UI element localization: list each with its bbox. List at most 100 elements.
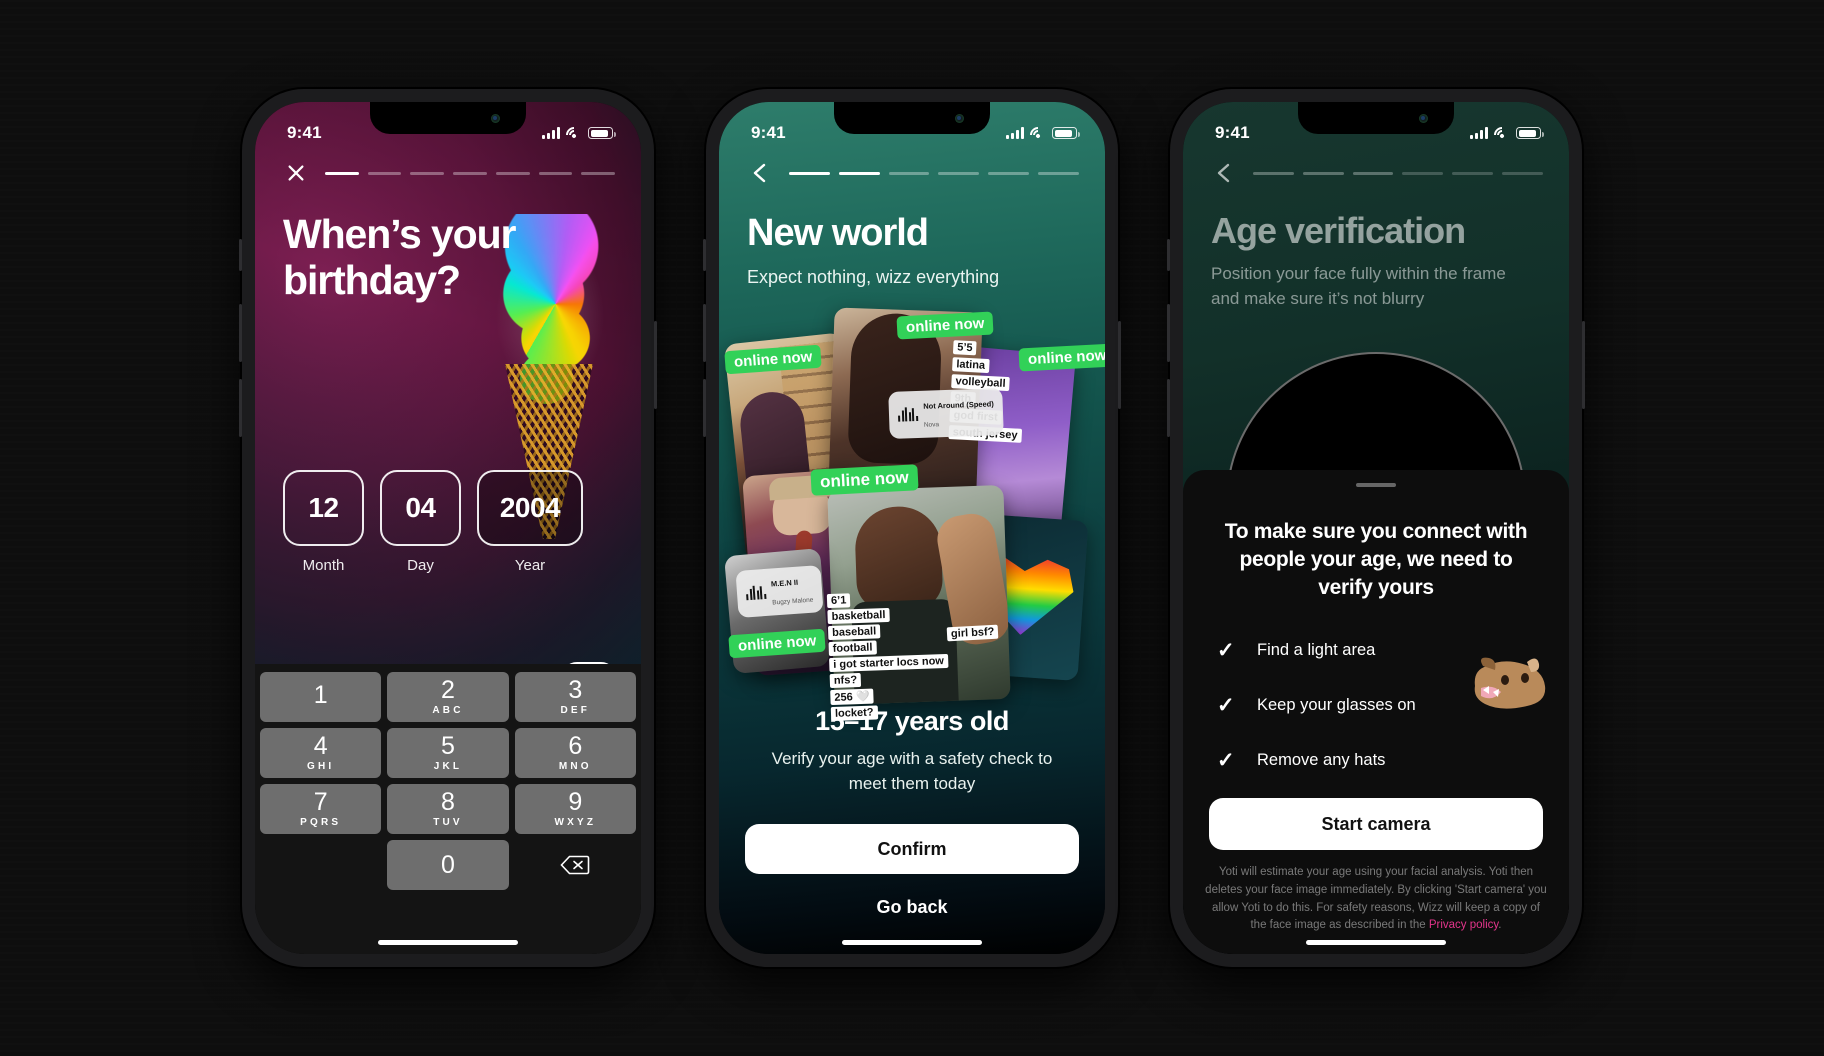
home-indicator (378, 940, 518, 945)
phone-mockup-birthday: 9:41 When’s your birthday? 12 Month 04 D… (239, 89, 657, 967)
power-button (1582, 321, 1585, 409)
online-badge: online now (810, 464, 919, 496)
progress-step (1402, 171, 1444, 175)
progress-step (495, 171, 530, 175)
key-6[interactable]: 6 MNO (514, 728, 636, 778)
key-number: 0 (441, 850, 455, 879)
key-number: 3 (568, 676, 583, 704)
progress-step (1352, 171, 1394, 175)
key-number: 2 (441, 676, 455, 704)
numeric-keypad: 1 2 ABC 3 DEF 4 GHI 5 JKL 6 MNO 7 PQRS 8 TUV 9W… (255, 664, 641, 954)
key-8[interactable]: 8 TUV (387, 784, 509, 834)
online-badge-text: online now (905, 314, 985, 337)
go-back-button[interactable]: Go back (745, 890, 1079, 924)
profile-tags-center: 6’1 basketball baseball football i got s… (826, 590, 950, 722)
status-time: 9:41 (1215, 123, 1250, 142)
checklist-label: Keep your glasses on (1257, 696, 1416, 714)
check-icon: ✓ (1217, 694, 1235, 717)
key-9[interactable]: 9 WXYZ (514, 784, 636, 834)
profile-tag-side: girl bsf? (946, 624, 999, 642)
privacy-policy-link[interactable]: Privacy policy (1429, 919, 1498, 931)
volume-down-button (1167, 379, 1170, 437)
key-blank (260, 840, 381, 890)
key-number: 4 (313, 732, 328, 760)
volume-down-button (239, 379, 242, 437)
music-track: M.E.N II (770, 577, 799, 589)
sheet-grabber[interactable] (1356, 483, 1396, 487)
key-7[interactable]: 7 PQRS (260, 784, 382, 834)
progress-step (988, 171, 1030, 175)
battery-icon (1516, 127, 1544, 139)
status-time: 9:41 (287, 123, 322, 142)
back-button[interactable] (1209, 158, 1239, 188)
checklist-label: Find a light area (1257, 641, 1376, 659)
device-notch (1298, 102, 1454, 134)
start-camera-button[interactable]: Start camera (1209, 798, 1543, 850)
profile-tag: locket? (830, 705, 878, 722)
progress-steps (325, 171, 616, 175)
page-title: Age verification (1211, 210, 1466, 251)
profile-tag: basketball (827, 607, 890, 625)
profile-tag: baseball (827, 624, 881, 641)
chevron-left-icon (753, 163, 766, 183)
front-camera (955, 114, 964, 123)
key-letters: DEF (560, 705, 591, 716)
cellular-signal-icon (1006, 127, 1024, 139)
online-badge: online now (1018, 343, 1105, 372)
onboarding-topbar (255, 158, 641, 188)
page-title: New world (747, 212, 929, 254)
front-camera (1419, 114, 1428, 123)
dog-emoji (1474, 657, 1546, 709)
day-field-group: 04 Day (380, 470, 461, 574)
online-badge-text: online now (1027, 346, 1105, 369)
key-0[interactable]: 0 (387, 840, 509, 890)
key-letters: WXYZ (554, 817, 597, 828)
key-letters: GHI (306, 761, 335, 772)
day-input[interactable]: 04 (380, 470, 461, 546)
key-letters: JKL (433, 761, 463, 772)
progress-step (1452, 171, 1494, 175)
key-2[interactable]: 2 ABC (387, 672, 509, 722)
key-5[interactable]: 5 JKL (387, 728, 509, 778)
year-input[interactable]: 2004 (477, 470, 583, 546)
online-badge-text: online now (733, 348, 813, 371)
profile-tag: latina (952, 357, 990, 374)
mute-switch (1167, 239, 1170, 271)
key-backspace[interactable] (515, 840, 636, 890)
wifi-icon (562, 123, 586, 147)
day-label: Day (407, 557, 434, 574)
profile-tag: 5’5 (952, 340, 977, 356)
key-1[interactable]: 1 (260, 672, 382, 722)
key-number: 1 (313, 681, 328, 709)
page-title: When’s your birthday? (283, 211, 517, 303)
progress-step (789, 171, 830, 175)
mute-switch (703, 239, 706, 271)
mute-switch (239, 239, 242, 271)
progress-steps (1253, 171, 1543, 175)
onboarding-topbar (719, 158, 1105, 188)
key-4[interactable]: 4 GHI (260, 728, 382, 778)
confirm-button[interactable]: Confirm (745, 824, 1079, 874)
wifi-icon (1490, 123, 1514, 147)
key-3[interactable]: 3 DEF (514, 672, 636, 722)
close-icon[interactable] (281, 158, 311, 188)
profile-tag: 256 🤍 (830, 688, 874, 706)
progress-step (1038, 171, 1079, 175)
keypad-row: 1 2 ABC 3 DEF (260, 672, 636, 722)
progress-steps (789, 171, 1079, 175)
key-number: 5 (441, 732, 455, 760)
music-sticker: M.E.N II Bugzy Malone (735, 565, 824, 618)
key-number: 8 (441, 788, 455, 816)
music-track: Not Around (Speed) (923, 399, 994, 411)
progress-step (938, 171, 980, 175)
legal-tail: . (1498, 919, 1502, 932)
backspace-icon (560, 855, 590, 875)
month-input[interactable]: 12 (283, 470, 364, 546)
music-artist: Bugzy Malone (772, 597, 814, 607)
back-button[interactable] (745, 158, 775, 188)
device-notch (834, 102, 990, 134)
key-letters: ABC (432, 705, 464, 716)
month-field-group: 12 Month (283, 470, 364, 574)
progress-step (581, 171, 616, 175)
cellular-signal-icon (542, 127, 560, 139)
